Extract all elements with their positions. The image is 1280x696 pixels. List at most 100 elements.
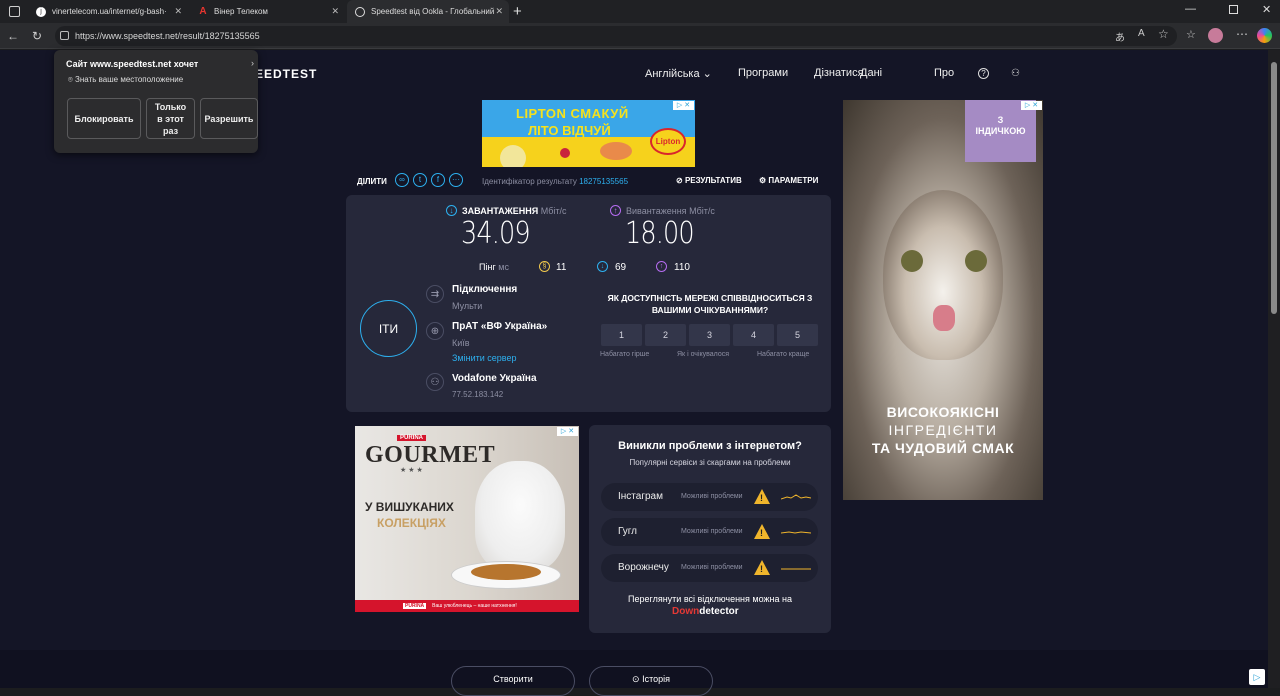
nav-learn[interactable]: Дізнатися — [814, 67, 864, 79]
provider-name: Vodafone Україна — [452, 373, 537, 384]
change-server-link[interactable]: Змінити сервер — [452, 353, 516, 363]
cat-eye-left — [901, 250, 923, 272]
warning-icon: ! — [754, 524, 770, 539]
new-tab-icon[interactable]: + — [513, 3, 522, 20]
download-value: 34.09 — [461, 216, 531, 251]
copilot-icon[interactable] — [1257, 28, 1272, 43]
maximize-icon[interactable] — [1229, 5, 1238, 14]
speedtest-logo[interactable]: EEDTEST — [255, 67, 317, 81]
translate-icon[interactable]: あ — [1115, 29, 1125, 44]
history-button[interactable]: ⊙ Історія — [589, 666, 713, 696]
rating-question: ЯК ДОСТУПНІСТЬ МЕРЕЖІ СПІВВІДНОСИТЬСЯ З … — [607, 293, 813, 315]
rating-option-5[interactable]: 5 — [777, 324, 818, 346]
close-tab-icon[interactable]: ✕ — [331, 6, 339, 17]
close-window-icon[interactable]: ✕ — [1262, 3, 1271, 16]
nav-data[interactable]: Дані — [860, 67, 882, 79]
globe-icon: ⊕ — [426, 322, 444, 340]
nav-language[interactable]: Англійська ⌄ — [645, 67, 712, 80]
lemon-image — [500, 145, 526, 167]
warning-icon: ! — [754, 489, 770, 504]
link-icon[interactable]: ∞ — [395, 173, 409, 187]
adchoices-icon[interactable]: ▷ ✕ — [673, 101, 694, 110]
adchoices-icon[interactable]: ▷ ✕ — [557, 427, 578, 436]
favorites-icon[interactable]: ☆ — [1186, 28, 1196, 41]
ping-up-value: 110 — [674, 262, 690, 273]
problem-item-instagram[interactable]: Інстаграм Можливі проблеми ! — [601, 483, 818, 511]
site-info-icon[interactable] — [60, 31, 69, 40]
tab-vinertelecom[interactable]: j vinertelecom.ua/internet/g-bash· ✕ — [28, 0, 188, 23]
downdetector-logo[interactable]: Downdetector — [672, 606, 739, 617]
rating-option-2[interactable]: 2 — [645, 324, 686, 346]
go-button[interactable]: ІТИ — [360, 300, 417, 357]
rating-option-3[interactable]: 3 — [689, 324, 730, 346]
reload-icon[interactable]: ↻ — [29, 28, 45, 44]
rating-option-4[interactable]: 4 — [733, 324, 774, 346]
adchoices-icon[interactable]: ▷ — [1249, 669, 1265, 685]
settings-button[interactable]: ⚙ ПАРАМЕТРИ — [759, 176, 818, 185]
adchoices-icon[interactable]: ▷ ✕ — [1021, 101, 1042, 110]
minimize-icon[interactable]: — — [1185, 3, 1196, 15]
cat-food-ad[interactable]: З ІНДИЧКОЮ ВИСОКОЯКІСНІ ІНГРЕДІЄНТИ ТА ЧУ… — [843, 100, 1043, 500]
twitter-icon[interactable]: t — [413, 173, 427, 187]
allow-once-button[interactable]: Только в этот раз — [146, 98, 195, 139]
result-id: Ідентифікатор результату 18275135565 — [482, 177, 629, 186]
rating-option-1[interactable]: 1 — [601, 324, 642, 346]
sparkline-icon — [781, 494, 811, 500]
favorite-star-icon[interactable]: ☆ — [1158, 27, 1169, 41]
problems-title: Виникли проблеми з інтернетом? — [618, 440, 802, 452]
user-icon[interactable]: ⚇ — [1011, 68, 1020, 79]
ookla-favicon-icon — [355, 6, 365, 17]
chevron-down-icon: ⌄ — [702, 68, 712, 80]
ping-down-icon: ↓ — [597, 261, 608, 272]
nav-about[interactable]: Про — [934, 67, 954, 79]
cat-tongue — [933, 305, 955, 331]
gourmet-logo: GOURMET — [365, 442, 496, 468]
popup-close-icon[interactable]: › — [251, 58, 254, 68]
scrollbar[interactable] — [1268, 50, 1280, 688]
check-circle-icon: ⊘ — [676, 176, 683, 185]
zoom-icon[interactable]: A — [1138, 28, 1145, 39]
connection-label: Підключення — [452, 284, 518, 295]
ping-up-icon: ↑ — [656, 261, 667, 272]
rating-expected-label: Як і очікувалося — [677, 351, 730, 358]
more-share-icon[interactable]: ··· — [449, 173, 463, 187]
popup-title: Сайт www.speedtest.net хочет — [66, 59, 199, 69]
problem-item-vorozhnechu[interactable]: Ворожнечу Можливі проблеми ! — [601, 554, 818, 582]
nav-apps[interactable]: Програми — [738, 67, 788, 79]
stars-icon: ★ ★ ★ — [400, 467, 423, 474]
facebook-icon[interactable]: f — [431, 173, 445, 187]
tab-speedtest[interactable]: Speedtest від Ookla - Глобальний ✕ — [347, 0, 509, 23]
problem-item-google[interactable]: Гугл Можливі проблеми ! — [601, 518, 818, 546]
tab-viner-telecom[interactable]: A Вінер Телеком ✕ — [190, 0, 345, 23]
close-tab-icon[interactable]: ✕ — [495, 6, 503, 17]
scrollbar-thumb[interactable] — [1271, 62, 1277, 314]
sparkline-icon — [781, 531, 811, 534]
back-icon[interactable]: ← — [5, 28, 21, 44]
gear-icon: ⚙ — [759, 176, 767, 185]
share-label: ДІЛИТИ — [357, 177, 387, 186]
ad-footer: PURINA Ваш улюбленець – наше натхнення! — [355, 600, 579, 612]
allow-button[interactable]: Разрешить — [200, 98, 258, 139]
location-pin-icon: ⌾ — [68, 75, 73, 84]
gourmet-ad[interactable]: PURINA GOURMET ★ ★ ★ У ВИШУКАНИХ КОЛЕКЦІ… — [355, 426, 579, 612]
lipton-ad[interactable]: LIPTON СМАКУЙ ЛІТО ВІДЧУЙ Lipton ▷ ✕ — [482, 100, 695, 167]
problems-subtitle: Популярні сервіси зі скаргами на проблем… — [629, 458, 791, 467]
vinertelecom-favicon-icon: j — [36, 6, 46, 17]
tab-actions-icon[interactable] — [9, 6, 20, 17]
address-bar-row: ← ↻ https://www.speedtest.net/result/182… — [0, 23, 1280, 49]
help-icon[interactable]: ? — [978, 68, 989, 79]
create-button[interactable]: Створити — [451, 666, 575, 696]
block-button[interactable]: Блокировать — [67, 98, 141, 139]
more-menu-icon[interactable]: ⋯ — [1236, 27, 1248, 41]
profile-avatar[interactable] — [1208, 28, 1223, 43]
white-cat-image — [475, 461, 565, 571]
location-permission-popup: Сайт www.speedtest.net хочет › ⌾ Знать в… — [54, 50, 258, 153]
close-tab-icon[interactable]: ✕ — [174, 6, 182, 17]
results-button[interactable]: ⊘ РЕЗУЛЬТАТИВ — [676, 176, 742, 185]
rating-worse-label: Набагато гірше — [600, 351, 650, 358]
url-field[interactable]: https://www.speedtest.net/result/1827513… — [55, 26, 1177, 46]
peach-image — [600, 142, 632, 160]
download-icon: ↓ — [446, 205, 457, 216]
warning-icon: ! — [754, 560, 770, 575]
cat-image — [883, 190, 1003, 360]
